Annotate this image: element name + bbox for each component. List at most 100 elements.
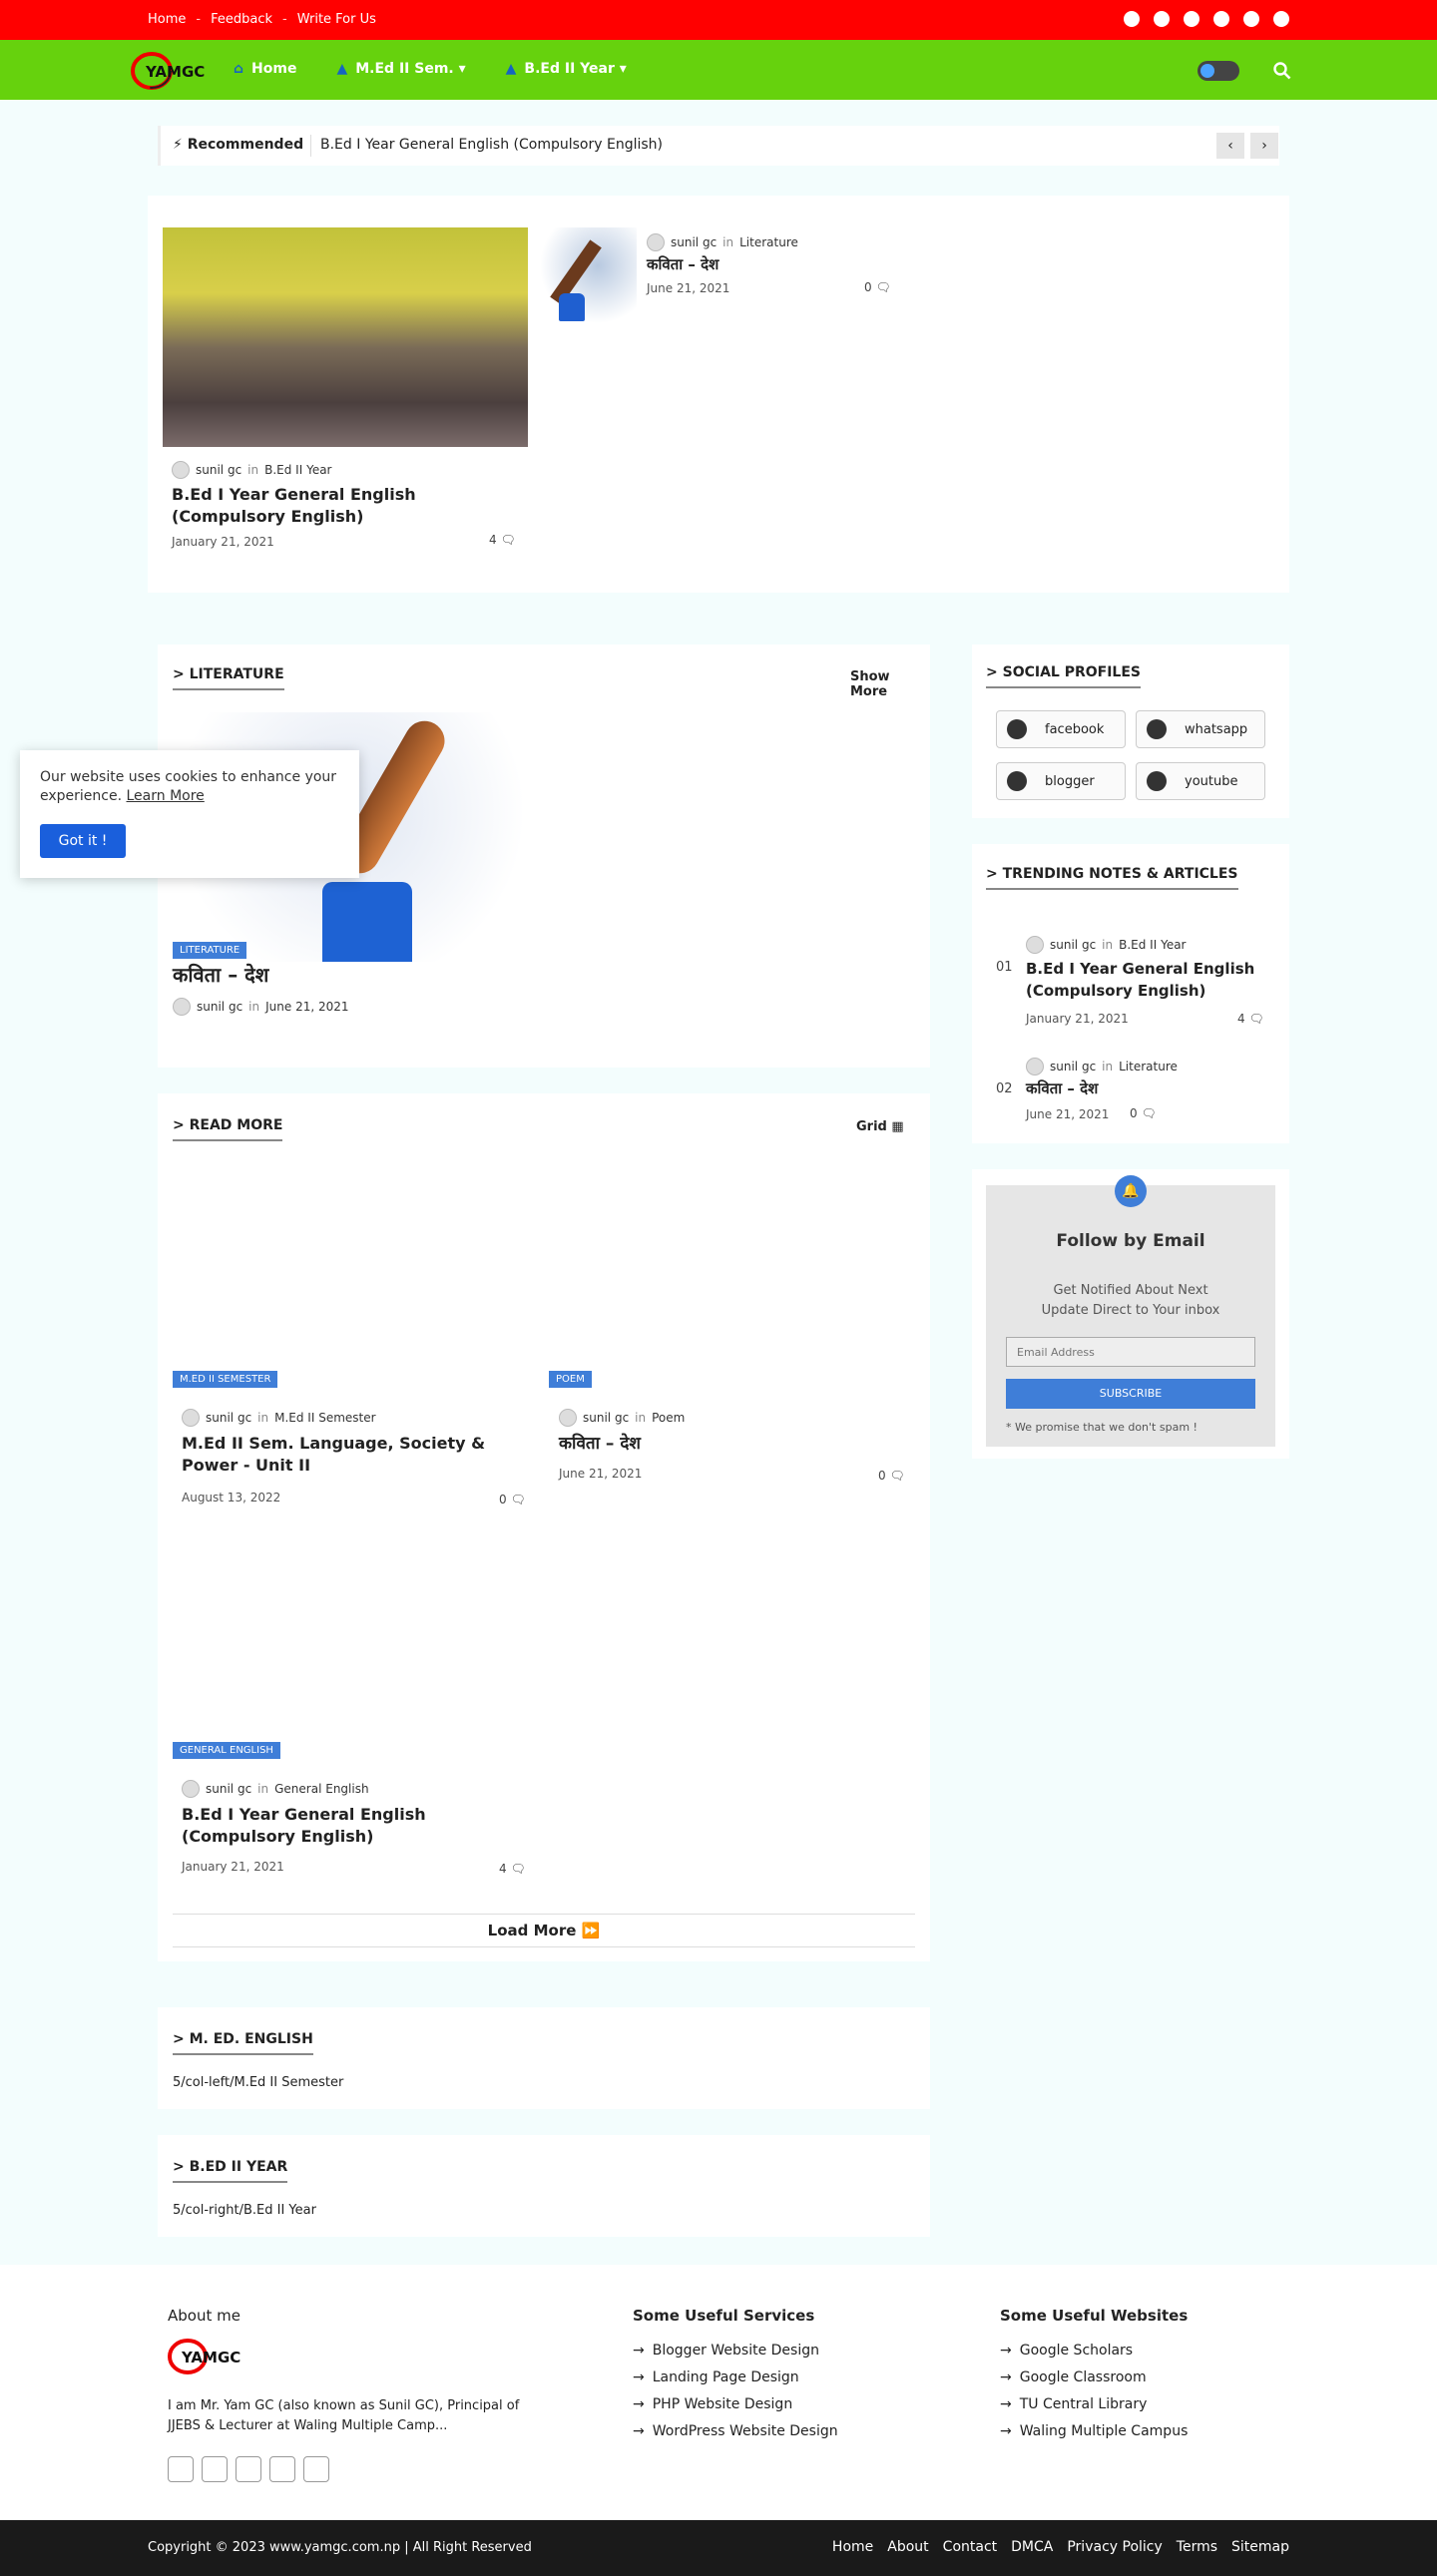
- trending-title[interactable]: कविता – देश: [1026, 1077, 1098, 1099]
- post-meta: sunil gc in Poem: [559, 1409, 685, 1427]
- featured-side-title[interactable]: कविता – देश: [647, 253, 718, 275]
- facebook-icon[interactable]: [168, 2456, 194, 2482]
- grid-view-toggle[interactable]: Grid ▦: [856, 1119, 904, 1134]
- facebook-profile-button[interactable]: facebook: [996, 710, 1126, 748]
- service-link[interactable]: → PHP Website Design: [633, 2396, 838, 2412]
- post-badge[interactable]: GENERAL ENGLISH: [173, 1742, 280, 1759]
- featured-main-date: January 21, 2021: [172, 535, 274, 549]
- website-link[interactable]: → Google Classroom: [1000, 2369, 1188, 2385]
- post-title[interactable]: M.Ed II Sem. Language, Society & Power -…: [182, 1433, 531, 1477]
- footer-link-about[interactable]: About: [887, 2539, 928, 2555]
- literature-meta: sunil gc in June 21, 2021: [173, 998, 349, 1016]
- blogger-icon[interactable]: [303, 2456, 329, 2482]
- footer-link-sitemap[interactable]: Sitemap: [1231, 2539, 1289, 2555]
- service-link[interactable]: → Blogger Website Design: [633, 2343, 838, 2359]
- instagram-icon[interactable]: [269, 2456, 295, 2482]
- featured-main-image[interactable]: [163, 227, 528, 447]
- author-name[interactable]: sunil gc: [197, 1000, 242, 1014]
- search-icon[interactable]: [1273, 62, 1291, 80]
- show-more-link[interactable]: Show More: [850, 669, 930, 699]
- post-badge[interactable]: M.ED II SEMESTER: [173, 1371, 278, 1388]
- trending-title[interactable]: B.Ed I Year General English (Compulsory …: [1026, 958, 1265, 1002]
- featured-side-comments[interactable]: 0 🗨: [864, 280, 891, 294]
- youtube-profile-button[interactable]: youtube: [1136, 762, 1265, 800]
- category-link[interactable]: Poem: [652, 1411, 685, 1425]
- author-name[interactable]: sunil gc: [206, 1411, 251, 1425]
- footer-logo[interactable]: YAMGC: [168, 2337, 259, 2376]
- arrow-right-icon: →: [633, 2423, 645, 2439]
- top-link-write[interactable]: Write For Us: [297, 12, 376, 27]
- pinterest-icon[interactable]: [1184, 11, 1199, 27]
- category-link[interactable]: Literature: [1119, 1060, 1178, 1073]
- avatar: [182, 1409, 200, 1427]
- whatsapp-icon[interactable]: [1243, 11, 1259, 27]
- email-input[interactable]: [1006, 1337, 1255, 1367]
- youtube-icon[interactable]: [236, 2456, 261, 2482]
- website-link[interactable]: → Google Scholars: [1000, 2343, 1188, 2359]
- facebook-icon[interactable]: [1124, 11, 1140, 27]
- category-link[interactable]: General English: [274, 1782, 368, 1796]
- dark-mode-toggle[interactable]: [1198, 61, 1239, 81]
- post-title[interactable]: कविता – देश: [559, 1433, 641, 1455]
- next-arrow-icon[interactable]: ›: [1250, 133, 1278, 159]
- author-name[interactable]: sunil gc: [1050, 938, 1096, 952]
- category-link[interactable]: B.Ed II Year: [1119, 938, 1186, 952]
- footer-link-terms[interactable]: Terms: [1177, 2539, 1217, 2555]
- post-comments[interactable]: 0 🗨: [878, 1469, 905, 1483]
- website-link[interactable]: → TU Central Library: [1000, 2396, 1188, 2412]
- follow-email-widget: 🔔 Follow by Email Get Notified About Nex…: [972, 1169, 1289, 1459]
- literature-badge[interactable]: LITERATURE: [173, 942, 247, 959]
- category-link[interactable]: Literature: [739, 235, 798, 249]
- follow-note: * We promise that we don't spam !: [1006, 1421, 1198, 1434]
- trending-date: January 21, 2021: [1026, 1012, 1129, 1026]
- blogger-profile-button[interactable]: blogger: [996, 762, 1126, 800]
- footer-link-dmca[interactable]: DMCA: [1011, 2539, 1053, 2555]
- twitter-icon[interactable]: [1154, 11, 1170, 27]
- follow-desc-1: Get Notified About Next: [1053, 1283, 1208, 1298]
- avatar: [173, 998, 191, 1016]
- footer-link-home[interactable]: Home: [832, 2539, 873, 2555]
- services-column: Some Useful Services → Blogger Website De…: [633, 2307, 838, 2450]
- learn-more-link[interactable]: Learn More: [127, 788, 205, 804]
- nav-med[interactable]: ▲ M.Ed II Sem. ▾: [336, 61, 465, 77]
- trending-comments[interactable]: 4 🗨: [1237, 1012, 1264, 1026]
- featured-side-image[interactable]: [539, 227, 637, 323]
- author-name[interactable]: sunil gc: [671, 235, 717, 249]
- featured-main-title[interactable]: B.Ed I Year General English (Compulsory …: [172, 484, 511, 528]
- nav-home[interactable]: ⌂ Home: [234, 61, 296, 77]
- post-comments[interactable]: 4 🗨: [499, 1862, 526, 1876]
- post-badge[interactable]: POEM: [549, 1371, 592, 1388]
- post-comments[interactable]: 0 🗨: [499, 1493, 526, 1506]
- recommended-text[interactable]: B.Ed I Year General English (Compulsory …: [320, 137, 663, 153]
- load-more-button[interactable]: Load More ⏩: [173, 1914, 915, 1947]
- featured-main-comments[interactable]: 4 🗨: [489, 533, 516, 547]
- cookie-accept-button[interactable]: Got it !: [40, 824, 126, 858]
- top-link-home[interactable]: Home: [148, 12, 186, 27]
- prev-arrow-icon[interactable]: ‹: [1216, 133, 1244, 159]
- author-name[interactable]: sunil gc: [1050, 1060, 1096, 1073]
- whatsapp-profile-button[interactable]: whatsapp: [1136, 710, 1265, 748]
- blogger-icon[interactable]: [1273, 11, 1289, 27]
- category-link[interactable]: M.Ed II Semester: [274, 1411, 375, 1425]
- read-more-section: > READ MORE Grid ▦ M.ED II SEMESTER suni…: [158, 1093, 930, 1961]
- website-link[interactable]: → Waling Multiple Campus: [1000, 2423, 1188, 2439]
- post-title[interactable]: B.Ed I Year General English (Compulsory …: [182, 1804, 441, 1848]
- nav-bed[interactable]: ▲ B.Ed II Year ▾: [506, 61, 627, 77]
- follow-title: Follow by Email: [1056, 1231, 1205, 1251]
- meta-in: in: [257, 1782, 269, 1796]
- author-name[interactable]: sunil gc: [196, 463, 241, 477]
- site-logo[interactable]: YAMGC: [130, 50, 224, 90]
- literature-title[interactable]: कविता – देश: [173, 964, 268, 986]
- twitter-icon[interactable]: [202, 2456, 228, 2482]
- author-name[interactable]: sunil gc: [206, 1782, 251, 1796]
- trending-comments[interactable]: 0 🗨: [1130, 1106, 1157, 1120]
- footer-link-contact[interactable]: Contact: [943, 2539, 997, 2555]
- footer-link-privacy[interactable]: Privacy Policy: [1067, 2539, 1162, 2555]
- category-link[interactable]: B.Ed II Year: [264, 463, 331, 477]
- service-link[interactable]: → WordPress Website Design: [633, 2423, 838, 2439]
- author-name[interactable]: sunil gc: [583, 1411, 629, 1425]
- youtube-icon[interactable]: [1213, 11, 1229, 27]
- subscribe-button[interactable]: SUBSCRIBE: [1006, 1379, 1255, 1409]
- top-link-feedback[interactable]: Feedback: [211, 12, 272, 27]
- service-link[interactable]: → Landing Page Design: [633, 2369, 838, 2385]
